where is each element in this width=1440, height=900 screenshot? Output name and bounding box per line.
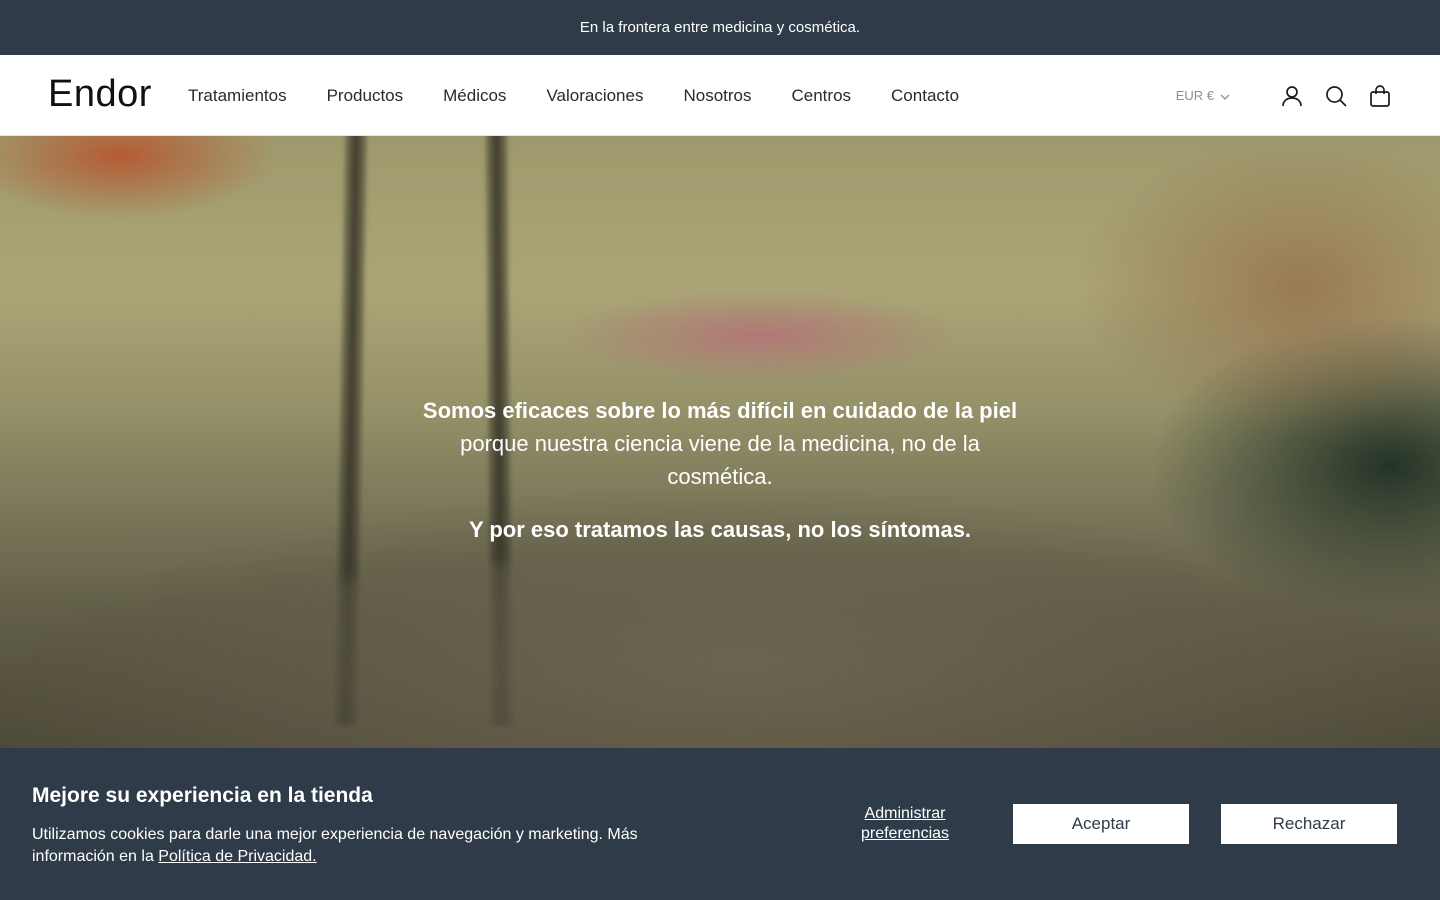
nav-item-productos[interactable]: Productos bbox=[327, 86, 404, 106]
hero-lead: Somos eficaces sobre lo más difícil en c… bbox=[422, 398, 1018, 423]
privacy-policy-link[interactable]: Política de Privacidad. bbox=[158, 848, 316, 865]
nav-item-contacto[interactable]: Contacto bbox=[891, 86, 959, 106]
announcement-text: En la frontera entre medicina y cosmétic… bbox=[579, 19, 861, 36]
header-actions: EUR € bbox=[1176, 55, 1392, 136]
hero-banner: Somos eficaces sobre lo más difícil en c… bbox=[0, 136, 1440, 748]
nav-item-nosotros[interactable]: Nosotros bbox=[683, 86, 751, 106]
announcement-bar: En la frontera entre medicina y cosmétic… bbox=[0, 0, 1440, 55]
cookie-banner: Mejore su experiencia en la tienda Utili… bbox=[0, 748, 1440, 900]
account-icon[interactable] bbox=[1280, 84, 1304, 108]
hero-body: porque nuestra ciencia viene de la medic… bbox=[460, 431, 980, 489]
hero-text: Somos eficaces sobre lo más difícil en c… bbox=[420, 394, 1020, 546]
currency-selector[interactable]: EUR € bbox=[1176, 88, 1230, 103]
cookie-title: Mejore su experiencia en la tienda bbox=[32, 784, 373, 807]
chevron-down-icon bbox=[1220, 88, 1230, 103]
cart-icon[interactable] bbox=[1368, 84, 1392, 108]
site-header: Endor Tratamientos Productos Médicos Val… bbox=[0, 55, 1440, 136]
main-nav: Tratamientos Productos Médicos Valoracio… bbox=[188, 55, 959, 136]
cookie-text: Utilizamos cookies para darle una mejor … bbox=[32, 824, 712, 868]
search-icon[interactable] bbox=[1324, 84, 1348, 108]
nav-item-tratamientos[interactable]: Tratamientos bbox=[188, 86, 287, 106]
nav-item-valoraciones[interactable]: Valoraciones bbox=[546, 86, 643, 106]
logo[interactable]: Endor bbox=[48, 73, 152, 116]
manage-preferences-link[interactable]: Administrar preferencias bbox=[840, 804, 970, 844]
hero-emphasis: Y por eso tratamos las causas, no los sí… bbox=[468, 517, 972, 542]
cookie-description: Utilizamos cookies para darle una mejor … bbox=[32, 826, 638, 865]
currency-label: EUR € bbox=[1175, 88, 1214, 103]
reject-button[interactable]: Rechazar bbox=[1221, 804, 1397, 844]
nav-item-medicos[interactable]: Médicos bbox=[443, 86, 506, 106]
accept-button[interactable]: Aceptar bbox=[1013, 804, 1189, 844]
nav-item-centros[interactable]: Centros bbox=[792, 86, 852, 106]
